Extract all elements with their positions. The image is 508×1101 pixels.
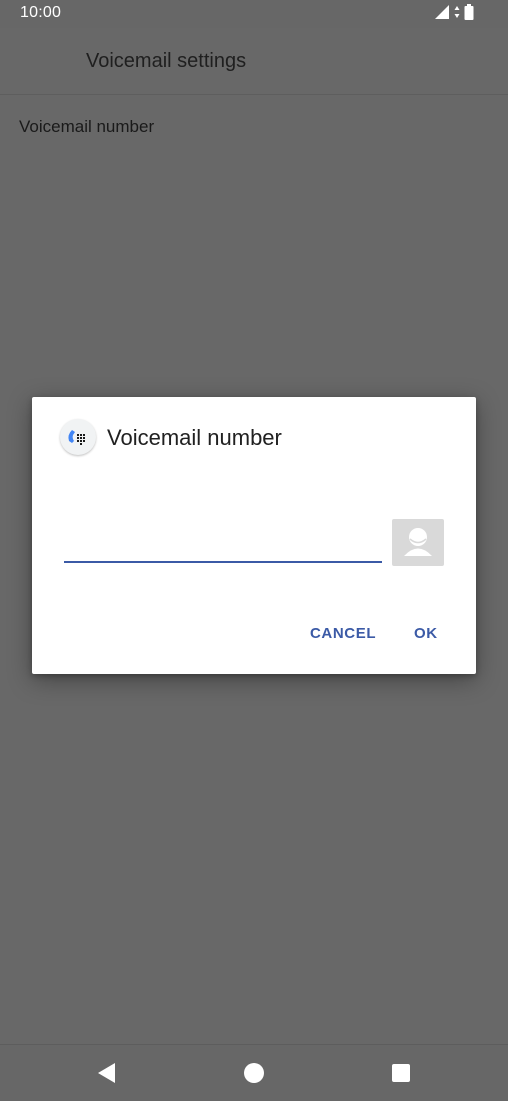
back-icon[interactable] (95, 1061, 119, 1085)
ok-button[interactable]: OK (414, 625, 438, 642)
status-icons (434, 3, 474, 25)
phone-dialpad-icon (60, 419, 96, 455)
contact-picker-button[interactable] (392, 519, 444, 566)
battery-icon (464, 3, 474, 25)
voicemail-number-input[interactable] (64, 527, 382, 563)
pref-item-voicemail-number[interactable]: Voicemail number (0, 95, 508, 159)
nav-bar (0, 1044, 508, 1101)
data-arrows-icon (454, 5, 460, 24)
dialog-title: Voicemail number (107, 425, 282, 450)
voicemail-number-dialog: Voicemail number CANCEL OK (32, 397, 476, 674)
cancel-button[interactable]: CANCEL (310, 625, 376, 642)
pref-item-label: Voicemail number (19, 117, 155, 136)
page-title: Voicemail settings (86, 50, 247, 72)
signal-icon (434, 4, 450, 25)
status-bar: 10:00 (0, 0, 508, 28)
app-bar: Voicemail settings (0, 28, 508, 95)
status-time: 10:00 (20, 4, 62, 21)
home-icon[interactable] (242, 1061, 266, 1085)
contact-icon (404, 528, 432, 556)
recents-icon[interactable] (389, 1061, 413, 1085)
screen: 10:00 Voicemail settings Voicemail numbe… (0, 0, 508, 1101)
